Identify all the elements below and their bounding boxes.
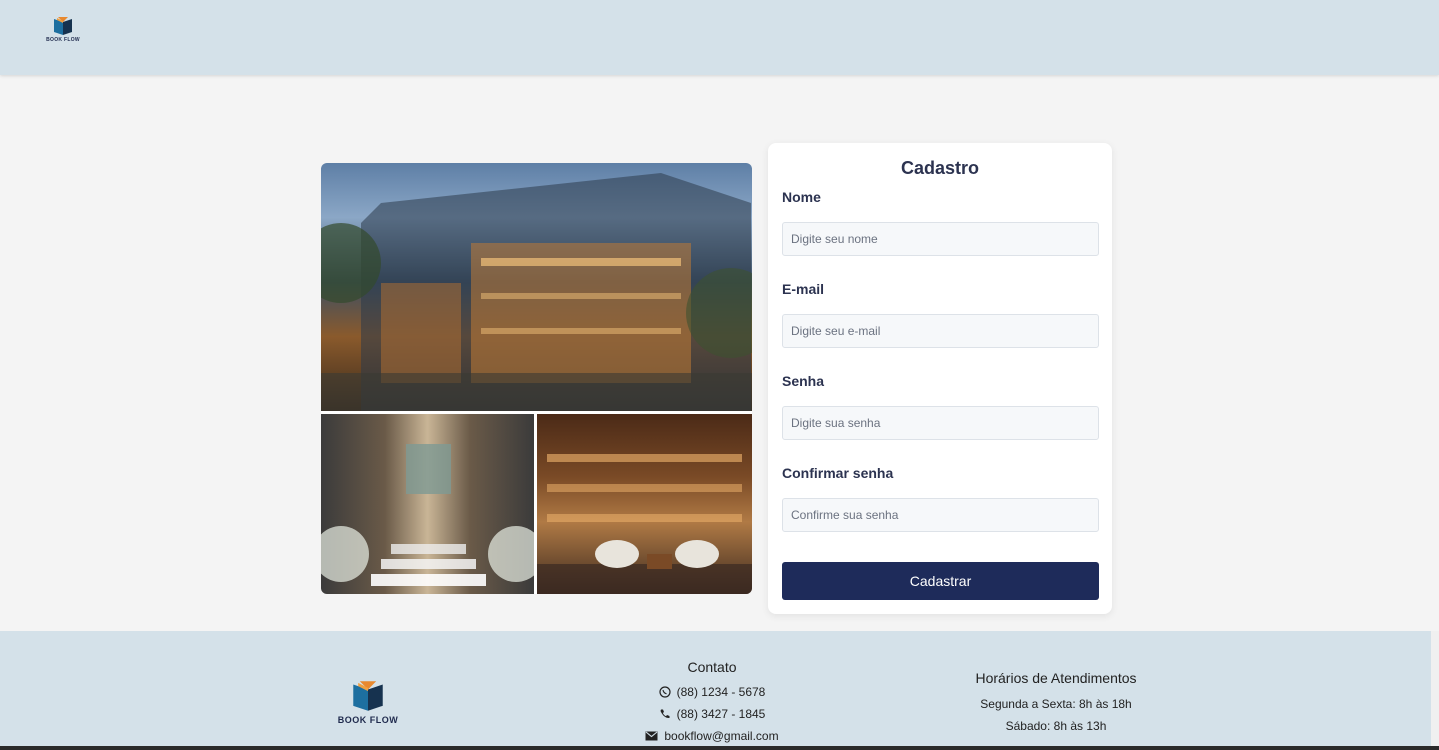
bottom-edge-bar <box>0 746 1439 750</box>
email-label: E-mail <box>782 281 825 297</box>
footer-logo[interactable]: BOOK FLOW <box>333 679 403 725</box>
photo-gallery <box>321 163 752 594</box>
whatsapp-contact[interactable]: (88) 1234 - 5678 <box>612 681 812 703</box>
password-label: Senha <box>782 373 825 389</box>
contact-title: Contato <box>687 659 737 675</box>
footer-logo-text: BOOK FLOW <box>337 715 399 725</box>
email-contact[interactable]: bookflow@gmail.com <box>612 725 812 747</box>
envelope-icon <box>645 731 658 741</box>
bookstore-exterior-photo <box>321 163 752 411</box>
top-header: BOOK FLOW <box>0 0 1439 75</box>
logo-text: BOOK FLOW <box>46 37 80 43</box>
book-logo-icon <box>54 17 72 35</box>
reading-room-photo <box>537 414 752 594</box>
confirm-password-input[interactable] <box>782 498 1099 532</box>
header-logo[interactable]: BOOK FLOW <box>40 16 86 43</box>
name-label: Nome <box>782 189 821 205</box>
entrance-stairs-photo <box>321 414 534 594</box>
register-title: Cadastro <box>900 158 980 178</box>
phone-icon <box>660 709 670 719</box>
hours-section: Horários de Atendimentos Segunda a Sexta… <box>956 670 1156 737</box>
phone-number: (88) 3427 - 1845 <box>676 707 766 721</box>
confirm-password-label: Confirmar senha <box>782 465 894 481</box>
whatsapp-icon <box>659 686 671 698</box>
email-input[interactable] <box>782 314 1099 348</box>
password-input[interactable] <box>782 406 1099 440</box>
site-footer: BOOK FLOW Contato (88) 1234 - 5678 (88) … <box>0 631 1431 750</box>
email-address: bookflow@gmail.com <box>664 729 779 743</box>
contact-section: Contato (88) 1234 - 5678 (88) 3427 - 184… <box>612 659 812 747</box>
name-input[interactable] <box>782 222 1099 256</box>
whatsapp-number: (88) 1234 - 5678 <box>676 685 766 699</box>
register-card: Cadastro Nome E-mail Senha Confirmar sen… <box>768 143 1112 614</box>
hours-title: Horários de Atendimentos <box>975 670 1137 686</box>
book-logo-icon <box>353 681 383 711</box>
phone-contact[interactable]: (88) 3427 - 1845 <box>612 703 812 725</box>
register-button[interactable]: Cadastrar <box>782 562 1099 600</box>
weekday-hours: Segunda a Sexta: 8h às 18h <box>980 697 1132 711</box>
scrollbar[interactable] <box>1431 631 1439 746</box>
saturday-hours: Sábado: 8h às 13h <box>1005 719 1107 733</box>
